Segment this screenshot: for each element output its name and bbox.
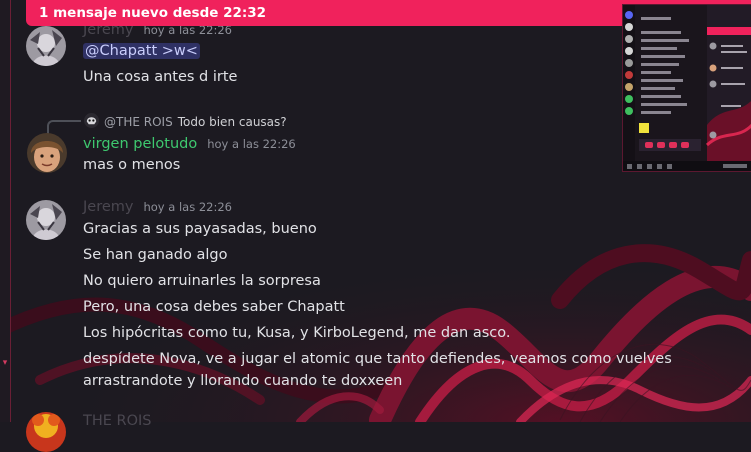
author-name[interactable]: virgen pelotudo [83,136,197,152]
avatar[interactable] [26,412,66,452]
message-line: mas o menos [83,157,181,173]
reply-author[interactable]: @THE ROIS [104,115,173,129]
message-line: Los hipócritas como tu, Kusa, y KirboLeg… [83,325,511,341]
reply-reference[interactable]: @THE ROIS Todo bien causas? [84,113,287,131]
screen-share-thumbnail[interactable] [622,4,751,172]
avatar[interactable] [26,26,66,66]
message-line: @Chapatt >w< [83,43,200,59]
avatar[interactable] [26,200,66,240]
message-header: virgen pelotudo hoy a las 22:26 [83,136,296,152]
message-line: Gracias a sus payasadas, bueno [83,221,317,237]
user-mention[interactable]: @Chapatt >w< [83,43,200,59]
new-messages-text: 1 mensaje nuevo desde 22:32 [39,5,267,21]
message-line: Se han ganado algo [83,247,228,263]
author-name[interactable]: Jeremy [83,199,133,215]
timestamp: hoy a las 22:26 [207,137,296,151]
message-line: despídete Nova, ve a jugar el atomic que… [83,351,672,367]
message-line: No quiero arruinarles la sorpresa [83,273,321,289]
message-line: arrastrandote y llorando cuando te doxxe… [83,373,403,389]
scroll-edge: ▾ [0,0,11,422]
message-header: THE ROIS [83,413,152,429]
author-name[interactable]: THE ROIS [83,413,152,429]
reply-preview: Todo bien causas? [177,115,287,129]
message-line: Una cosa antes d irte [83,69,238,85]
message-line: Pero, una cosa debes saber Chapatt [83,299,345,315]
avatar[interactable] [27,133,67,173]
reply-avatar-icon [84,113,99,131]
chevron-down-icon[interactable]: ▾ [0,358,10,368]
timestamp: hoy a las 22:26 [143,200,232,214]
message-header: Jeremy hoy a las 22:26 [83,199,232,215]
